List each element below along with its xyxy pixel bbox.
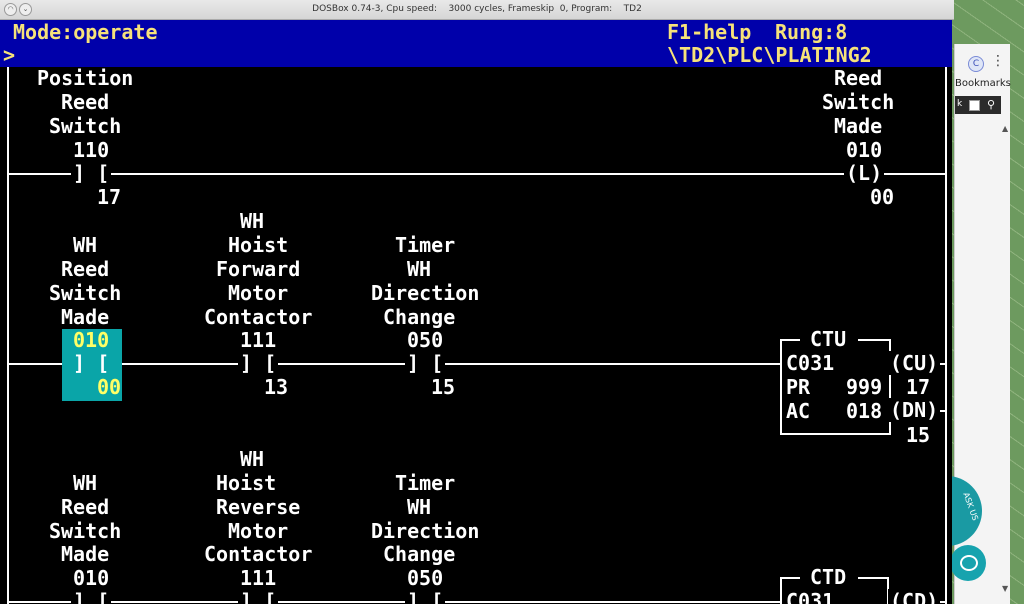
contact-address: 050 (407, 328, 444, 352)
coil-label: Switch (822, 90, 895, 114)
search-text: k (957, 99, 963, 109)
contact-address: 110 (73, 138, 110, 162)
ask-us-label: ASK US (961, 491, 980, 522)
contact-label: Change (383, 542, 456, 566)
contact-label: Switch (49, 114, 122, 138)
command-prompt[interactable]: > (3, 43, 15, 67)
contact-bit: 13 (264, 375, 289, 399)
contact-label: WH (73, 471, 98, 495)
counter-block-top (858, 339, 889, 341)
contact-label: Reed (61, 90, 110, 114)
window-title: DOSBox 0.74-3, Cpu speed: 3000 cycles, F… (312, 4, 642, 14)
contact-label: Direction (371, 519, 480, 543)
counter-type: CTU (810, 327, 847, 351)
search-icon[interactable]: ⚲ (987, 98, 995, 111)
profile-avatar[interactable]: C (968, 56, 984, 72)
contact-address: 010 (73, 566, 110, 590)
coil-bit: 00 (870, 185, 895, 209)
rung-wire (9, 173, 945, 175)
contact-label: Switch (49, 281, 122, 305)
counter-block-top (858, 577, 889, 579)
menu-icon[interactable]: ⋮ (991, 53, 1005, 69)
rung-wire (9, 601, 780, 603)
contact-label: WH (73, 233, 98, 257)
contact-label: Made (61, 542, 110, 566)
contact-label: Forward (216, 257, 301, 281)
count-up-coil[interactable]: (CU) (888, 351, 941, 375)
done-coil[interactable]: (DN) (888, 398, 941, 422)
latch-coil-symbol[interactable]: (L) (844, 161, 885, 185)
contact-bit: 15 (431, 375, 456, 399)
contact-label: WH (407, 495, 432, 519)
search-bar[interactable]: k ⚲ (955, 96, 1001, 114)
window-titlebar[interactable]: ◠ ⌄ DOSBox 0.74-3, Cpu speed: 3000 cycle… (0, 0, 954, 20)
preset-value: 999 (846, 375, 883, 399)
mode-indicator: Mode:operate (13, 20, 158, 44)
counter-name: C031 (786, 351, 835, 375)
contact-label: Timer (395, 233, 456, 257)
contact-label: Contactor (204, 542, 313, 566)
contact-label: Reed (61, 495, 110, 519)
status-header: Mode:operate F1-help Rung:8 \TD2\PLC\PLA… (0, 20, 952, 67)
contact-label: Direction (371, 281, 480, 305)
contact-label: Switch (49, 519, 122, 543)
counter-block-side (780, 577, 782, 604)
contact-label: Reverse (216, 495, 301, 519)
contact-address: 111 (240, 566, 277, 590)
coil-address: 010 (846, 138, 883, 162)
contact-address: 111 (240, 328, 277, 352)
contact-label: Hoist (216, 471, 277, 495)
contact-label: Made (61, 305, 110, 329)
contact-address: 010 (73, 328, 110, 352)
chat-bubble-icon[interactable] (950, 545, 986, 581)
contact-address: 050 (407, 566, 444, 590)
left-power-rail (7, 67, 9, 604)
contact-label: Motor (228, 519, 289, 543)
contact-symbol[interactable]: ] [ (238, 589, 279, 604)
contact-symbol[interactable]: ] [ (71, 589, 112, 604)
count-down-coil[interactable]: (CD) (888, 589, 941, 604)
contact-label: Reed (61, 257, 110, 281)
contact-label: Contactor (204, 305, 313, 329)
contact-label: WH (240, 447, 265, 471)
help-hint: F1-help (667, 20, 752, 44)
scroll-down-arrow-icon[interactable]: ▼ (1002, 584, 1008, 593)
contact-label: Motor (228, 281, 289, 305)
accumulator-value: 018 (846, 399, 883, 423)
contact-label: Timer (395, 471, 456, 495)
contact-symbol[interactable]: ] [ (405, 589, 446, 604)
contact-symbol[interactable]: ] [ (71, 161, 112, 185)
contact-bit: 00 (97, 375, 122, 399)
right-power-rail (945, 67, 947, 604)
counter-type: CTD (810, 565, 847, 589)
scroll-up-arrow-icon[interactable]: ▲ (1002, 124, 1008, 133)
contact-label: WH (240, 209, 265, 233)
counter-block-top (780, 577, 800, 579)
contact-label: Position (37, 66, 134, 90)
count-up-bit: 17 (906, 375, 931, 399)
counter-name: C031 (786, 589, 835, 604)
accumulator-label: AC (786, 399, 811, 423)
contact-symbol-selected[interactable]: ] [ (71, 351, 111, 375)
dosbox-screen[interactable]: Mode:operate F1-help Rung:8 \TD2\PLC\PLA… (0, 20, 952, 604)
file-path: \TD2\PLC\PLATING2 (667, 43, 872, 67)
checkbox-icon[interactable] (969, 100, 980, 111)
contact-label: Change (383, 305, 456, 329)
done-bit: 15 (906, 423, 931, 447)
contact-bit: 17 (97, 185, 122, 209)
coil-label: Reed (834, 66, 883, 90)
rung-indicator: Rung:8 (775, 20, 848, 44)
preset-label: PR (786, 375, 811, 399)
counter-block-top (780, 339, 800, 341)
contact-symbol[interactable]: ] [ (238, 351, 279, 375)
contact-label: WH (407, 257, 432, 281)
contact-symbol[interactable]: ] [ (405, 351, 446, 375)
coil-label: Made (834, 114, 883, 138)
rung-wire (9, 363, 780, 365)
contact-label: Hoist (228, 233, 289, 257)
bookmarks-label[interactable]: Bookmarks (955, 78, 1011, 89)
